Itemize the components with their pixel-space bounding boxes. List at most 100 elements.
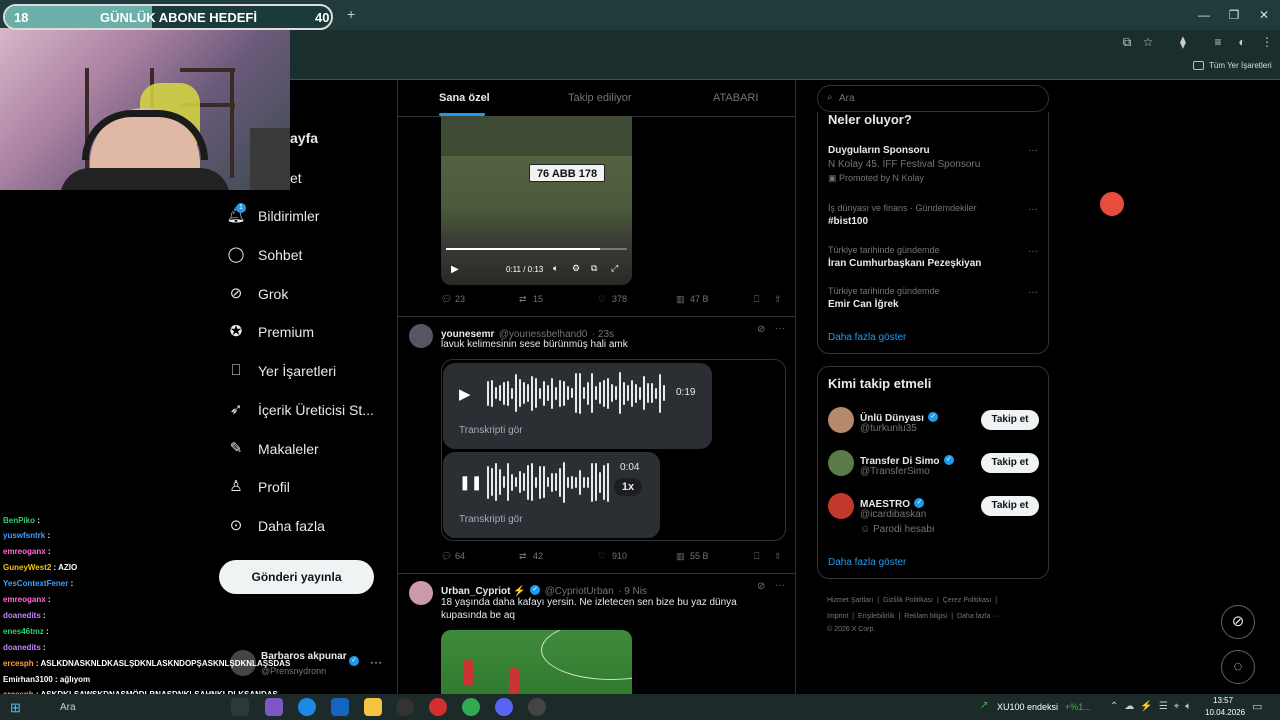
restore-button[interactable]: ❐ — [1224, 6, 1244, 24]
more-icon[interactable]: ··· — [775, 323, 785, 334]
nav-explore-label[interactable]: et — [290, 170, 302, 186]
system-tray-icons[interactable]: ⌃☁⚡☰⌖🔈︎ — [1110, 701, 1197, 712]
nav-more[interactable]: ⊙ Daha fazla — [226, 515, 325, 537]
trend-item[interactable]: İş dünyası ve finans · Gündemdekiler #bi… — [828, 203, 977, 227]
footer-link[interactable]: Imprint — [827, 613, 848, 620]
opera-icon[interactable] — [429, 698, 447, 716]
nav-bookmarks[interactable]: ⎕ Yer İşaretleri — [226, 360, 336, 382]
tab-following[interactable]: Takip ediliyor — [568, 92, 632, 104]
nav-profile[interactable]: ♙ Profil — [226, 476, 290, 498]
tweet-video[interactable]: 76 ABB 178 ▶ 0:11 / 0:13 🔈︎ ⚙ ⧉ ⤢ — [441, 116, 632, 285]
more-icon[interactable]: ··· — [1028, 145, 1038, 156]
pip-icon[interactable]: ⧉ — [591, 263, 597, 274]
footer-link[interactable]: Erişilebilirlik — [858, 613, 895, 620]
taskbar-search[interactable]: Ara — [60, 702, 76, 713]
task-view-icon[interactable] — [231, 698, 249, 716]
bookmark-icon[interactable]: ⎕ — [754, 294, 759, 305]
trend-item[interactable]: Türkiye tarihinde gündemde İran Cumhurba… — [828, 245, 981, 269]
more-icon[interactable]: ··· — [1028, 246, 1038, 257]
notifications-icon[interactable]: ▭ — [1252, 700, 1262, 713]
show-more-link[interactable]: Daha fazla göster — [828, 557, 906, 568]
volume-icon[interactable]: 🔈︎ — [553, 263, 558, 274]
avatar[interactable] — [409, 581, 433, 605]
follow-button[interactable]: Takip et — [981, 410, 1039, 430]
footer-link[interactable]: Reklam bilgisi — [904, 613, 947, 620]
repost-icon[interactable]: ⇄ — [519, 551, 527, 562]
profile-icon[interactable]: ◐ — [1233, 34, 1251, 50]
pause-icon[interactable]: ❚❚ — [459, 474, 482, 491]
tab-atabari[interactable]: ATABARI — [713, 92, 758, 104]
nav-grok[interactable]: ⊘ Grok — [226, 283, 289, 305]
follow-button[interactable]: Takip et — [981, 496, 1039, 516]
playback-speed[interactable]: 1x — [614, 478, 642, 496]
play-icon[interactable]: ▶ — [459, 385, 471, 403]
account-menu-icon[interactable]: ··· — [370, 655, 382, 669]
cast-icon[interactable]: ⧉ — [1118, 34, 1136, 50]
nav-articles[interactable]: ✎ Makaleler — [226, 438, 319, 460]
avatar[interactable] — [409, 324, 433, 348]
repost-icon[interactable]: ⇄ — [519, 294, 527, 305]
edge-icon[interactable] — [298, 698, 316, 716]
more-icon[interactable]: ··· — [1028, 287, 1038, 298]
trend-item[interactable]: Türkiye tarihinde gündemde Emir Can İğre… — [828, 286, 940, 310]
play-icon[interactable]: ▶ — [451, 264, 459, 275]
views-icon[interactable]: ▥ — [676, 294, 685, 305]
settings-icon[interactable]: ⚙ — [572, 263, 580, 274]
audio-card[interactable]: ▶ 0:19 Transkripti gör — [443, 363, 712, 449]
nav-home-label[interactable]: ayfa — [290, 130, 318, 146]
xbox-icon[interactable] — [396, 698, 414, 716]
nav-notifications[interactable]: 🔔︎ 1 Bildirimler — [226, 203, 319, 227]
footer-link[interactable]: Çerez Politikası — [943, 597, 992, 604]
grok-icon[interactable]: ⊘ — [757, 324, 765, 335]
more-icon[interactable]: ··· — [1028, 204, 1038, 215]
clock-date[interactable]: 10.04.2026 — [1205, 708, 1245, 717]
stock-name[interactable]: XU100 endeksi — [997, 702, 1058, 712]
views-icon[interactable]: ▥ — [676, 551, 685, 562]
avatar[interactable] — [828, 493, 854, 519]
show-more-link[interactable]: Daha fazla göster — [828, 332, 906, 343]
menu-icon[interactable]: ⋮ — [1258, 34, 1276, 50]
new-tab-button[interactable]: + — [347, 6, 355, 22]
footer-link[interactable]: Daha fazla ··· — [957, 613, 999, 620]
minimize-button[interactable]: — — [1194, 6, 1214, 24]
more-icon[interactable]: ··· — [775, 580, 785, 591]
discord-icon[interactable] — [495, 698, 513, 716]
nav-chat[interactable]: ◯ Sohbet — [226, 244, 303, 266]
file-explorer-icon[interactable] — [364, 698, 382, 716]
post-button[interactable]: Gönderi yayınla — [219, 560, 374, 594]
search-input[interactable]: Ara — [839, 93, 855, 104]
copilot-icon[interactable] — [265, 698, 283, 716]
reply-icon[interactable]: 💬︎ — [441, 294, 452, 305]
follow-button[interactable]: Takip et — [981, 453, 1039, 473]
audio-waveform[interactable] — [487, 460, 609, 504]
nav-premium[interactable]: ✪ Premium — [226, 321, 314, 343]
transcript-link[interactable]: Transkripti gör — [459, 514, 523, 525]
trend-item[interactable]: Duyguların Sponsoru N Kolay 45. İFF Fest… — [828, 145, 980, 184]
nav-creator-studio[interactable]: ➶ İçerik Üreticisi St... — [226, 399, 374, 421]
clock-time[interactable]: 13:57 — [1213, 696, 1233, 705]
grok-fab-icon[interactable]: ⊘ — [1221, 605, 1255, 639]
grok-icon[interactable]: ⊘ — [757, 581, 765, 592]
extensions-icon[interactable]: ⧫ — [1174, 34, 1192, 50]
audio-waveform[interactable] — [487, 371, 665, 415]
search-box[interactable]: ⌕ Ara — [817, 85, 1049, 112]
audio-card[interactable]: ❚❚ 0:04 1x Transkripti gör — [443, 452, 660, 538]
windows-start-icon[interactable]: ⊞ — [10, 700, 21, 716]
transcript-link[interactable]: Transkripti gör — [459, 425, 523, 436]
footer-link[interactable]: Gizlilik Politikası — [883, 597, 933, 604]
star-icon[interactable]: ☆ — [1139, 34, 1157, 50]
mail-icon[interactable] — [331, 698, 349, 716]
avatar[interactable] — [828, 450, 854, 476]
share-icon[interactable]: ⇧ — [774, 294, 782, 305]
obs-icon[interactable] — [528, 698, 546, 716]
close-window-button[interactable]: ✕ — [1254, 6, 1274, 24]
share-icon[interactable]: ⇧ — [774, 551, 782, 562]
tab-for-you[interactable]: Sana özel — [439, 92, 490, 104]
like-icon[interactable]: ♡ — [598, 551, 606, 562]
fullscreen-icon[interactable]: ⤢ — [611, 263, 618, 274]
like-icon[interactable]: ♡ — [598, 294, 606, 305]
all-bookmarks-label[interactable]: Tüm Yer İşaretleri — [1209, 61, 1272, 70]
reading-list-icon[interactable]: ≡ — [1209, 34, 1227, 50]
bookmark-icon[interactable]: ⎕ — [754, 551, 759, 562]
chrome-icon[interactable] — [462, 698, 480, 716]
